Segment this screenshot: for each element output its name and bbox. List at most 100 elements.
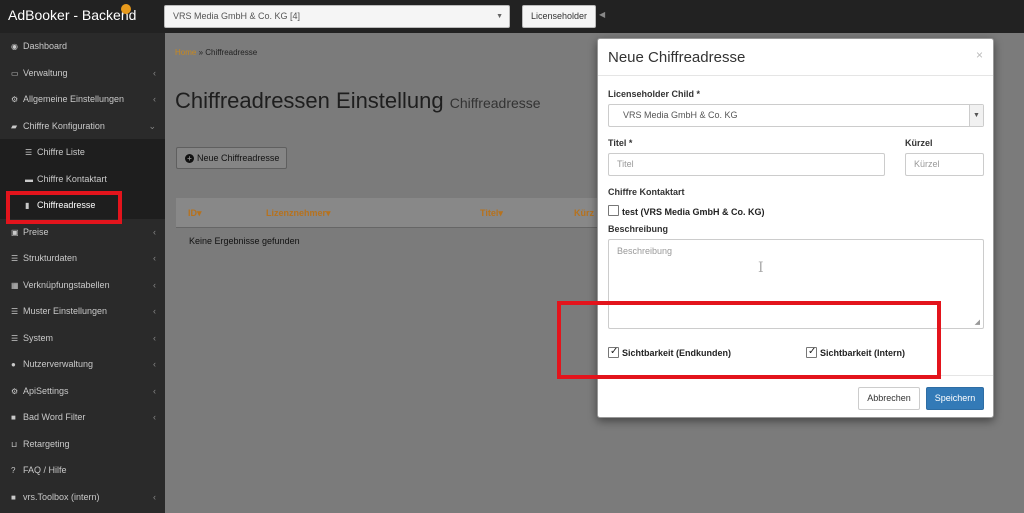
- new-chiffreadresse-button[interactable]: + Neue Chiffreadresse: [176, 147, 287, 169]
- lock-icon: ■: [11, 493, 16, 502]
- highlight-box-visibility: [557, 301, 941, 379]
- highlight-box-sidebar: [6, 191, 122, 224]
- chevron-left-icon: ‹: [153, 412, 156, 422]
- column-header-label: ID: [188, 208, 197, 218]
- sidebar-item-label: Verknüpfungstabellen: [23, 280, 110, 290]
- chevron-left-icon: ‹: [153, 253, 156, 263]
- sidebar-item-chiffre-konfiguration[interactable]: ▰ Chiffre Konfiguration ⌄: [0, 113, 165, 139]
- sidebar-item-muster-einstellungen[interactable]: ☰ Muster Einstellungen ‹: [0, 298, 165, 324]
- chevron-left-icon: ‹: [153, 227, 156, 237]
- chevron-left-icon: ‹: [153, 492, 156, 502]
- sidebar-item-label: System: [23, 333, 54, 343]
- list-icon: ☰: [11, 254, 19, 263]
- user-icon: ●: [11, 360, 16, 369]
- sidebar-item-system[interactable]: ☰ System ‹: [0, 325, 165, 351]
- brand-title[interactable]: AdBooker - Backend: [8, 7, 136, 23]
- kontaktart-test-checkbox[interactable]: [608, 205, 619, 216]
- close-icon[interactable]: ×: [976, 48, 983, 62]
- sidebar-item-label: ApiSettings: [23, 386, 69, 396]
- resize-handle-icon[interactable]: ◢: [975, 318, 980, 326]
- text-cursor-icon: I: [758, 260, 764, 276]
- dashboard-icon: ◉: [11, 42, 18, 51]
- chevron-down-icon: ⌄: [148, 121, 156, 131]
- sidebar-item-label: Preise: [23, 227, 49, 237]
- sidebar-item-faq-hilfe[interactable]: ? FAQ / Hilfe: [0, 457, 165, 483]
- beschreibung-placeholder: Beschreibung: [617, 246, 673, 256]
- breadcrumb-home-link[interactable]: Home: [175, 48, 196, 57]
- modal-title: Neue Chiffreadresse: [608, 49, 746, 66]
- licenseholder-child-select[interactable]: VRS Media GmbH & Co. KG ▼: [608, 104, 984, 127]
- sidebar-item-allgemeine-einstellungen[interactable]: ⚙ Allgemeine Einstellungen ‹: [0, 86, 165, 112]
- column-header-label: Titel: [480, 208, 499, 218]
- cogs-icon: ⚙: [11, 95, 19, 104]
- table-header: ID▾ Lizenznehmer▾ Titel▾ Kürz: [176, 198, 606, 228]
- tenant-select-value: VRS Media GmbH & Co. KG [4]: [173, 11, 301, 21]
- sidebar-item-verwaltung[interactable]: ▭ Verwaltung ‹: [0, 60, 165, 86]
- modal-footer: Abbrechen Speichern: [598, 375, 993, 419]
- tenant-select[interactable]: VRS Media GmbH & Co. KG [4] ▼: [164, 5, 510, 28]
- sidebar-item-label: Allgemeine Einstellungen: [23, 94, 125, 104]
- page-subtitle: Chiffreadresse: [449, 95, 541, 111]
- sort-caret-icon: ▾: [498, 208, 503, 218]
- breadcrumb: Home » Chiffreadresse: [175, 48, 257, 57]
- chevron-left-icon: ‹: [153, 359, 156, 369]
- kontaktart-test-label[interactable]: test (VRS Media GmbH & Co. KG): [622, 207, 765, 217]
- sidebar-item-label: Dashboard: [23, 41, 68, 51]
- notification-dot-icon: [121, 4, 131, 14]
- chevron-down-icon: ▼: [496, 13, 503, 20]
- titel-label: Titel *: [608, 138, 633, 148]
- sidebar-item-retargeting[interactable]: ⊔ Retargeting: [0, 431, 165, 457]
- new-chiffreadresse-label: Neue Chiffreadresse: [197, 153, 280, 163]
- sidebar-item-label: Retargeting: [23, 439, 70, 449]
- sidebar-item-label: FAQ / Hilfe: [23, 465, 67, 475]
- sidebar-item-label: Strukturdaten: [23, 253, 78, 263]
- sidebar-item-chiffre-kontaktart[interactable]: ▬ Chiffre Kontaktart: [0, 166, 165, 192]
- sidebar-item-label: Bad Word Filter: [23, 412, 86, 422]
- sort-caret-icon: ▾: [197, 208, 202, 218]
- titel-input[interactable]: Titel: [608, 153, 885, 176]
- kuerzel-input[interactable]: Kürzel: [905, 153, 984, 176]
- cogs-icon: ⚙: [11, 387, 19, 396]
- save-button[interactable]: Speichern: [926, 387, 984, 410]
- lock-icon: ■: [11, 413, 16, 422]
- beschreibung-label: Beschreibung: [608, 224, 669, 234]
- column-header-kuerzel[interactable]: Kürz: [574, 208, 594, 218]
- chevron-down-icon: ▼: [969, 105, 983, 126]
- column-header-lizenznehmer[interactable]: Lizenznehmer▾: [266, 208, 331, 219]
- licenseholder-button[interactable]: Licenseholder: [522, 5, 596, 28]
- licenseholder-child-label: Licenseholder Child *: [608, 89, 701, 99]
- column-header-titel[interactable]: Titel▾: [480, 208, 503, 219]
- chiffre-kontaktart-label: Chiffre Kontaktart: [608, 187, 685, 197]
- cart-icon: ⊔: [11, 440, 18, 449]
- sidebar-item-label: Verwaltung: [23, 68, 68, 78]
- list-icon: ☰: [25, 148, 33, 157]
- kuerzel-label: Kürzel: [905, 138, 933, 148]
- page-title-text: Chiffreadressen Einstellung: [175, 88, 444, 113]
- sidebar-item-label: Chiffre Liste: [37, 147, 85, 157]
- sidebar-item-apisettings[interactable]: ⚙ ApiSettings ‹: [0, 378, 165, 404]
- plus-circle-icon: +: [185, 154, 194, 163]
- sidebar-item-label: Chiffre Kontaktart: [37, 174, 107, 184]
- monitor-icon: ▭: [11, 69, 19, 78]
- sidebar-item-verknuepfungstabellen[interactable]: ▦ Verknüpfungstabellen ‹: [0, 272, 165, 298]
- list-icon: ☰: [11, 307, 19, 316]
- folder-icon: ▰: [11, 122, 18, 131]
- chevron-left-icon: ‹: [153, 68, 156, 78]
- chevron-left-icon: ‹: [153, 280, 156, 290]
- cancel-button[interactable]: Abbrechen: [858, 387, 920, 410]
- caret-left-icon[interactable]: ◀: [599, 10, 605, 19]
- column-header-id[interactable]: ID▾: [188, 208, 202, 219]
- sidebar-item-chiffre-liste[interactable]: ☰ Chiffre Liste: [0, 139, 165, 165]
- sidebar-item-vrs-toolbox[interactable]: ■ vrs.Toolbox (intern) ‹: [0, 484, 165, 510]
- sidebar-item-strukturdaten[interactable]: ☰ Strukturdaten ‹: [0, 245, 165, 271]
- sidebar-item-bad-word-filter[interactable]: ■ Bad Word Filter ‹: [0, 404, 165, 430]
- table-empty-message: Keine Ergebnisse gefunden: [189, 236, 300, 246]
- breadcrumb-current: Chiffreadresse: [205, 48, 258, 57]
- breadcrumb-separator: »: [198, 48, 204, 57]
- sidebar-item-label: Muster Einstellungen: [23, 306, 108, 316]
- page-title: Chiffreadressen Einstellung Chiffreadres…: [175, 88, 541, 114]
- sidebar-item-nutzerverwaltung[interactable]: ● Nutzerverwaltung ‹: [0, 351, 165, 377]
- inbox-icon: ▬: [25, 175, 33, 184]
- chevron-left-icon: ‹: [153, 386, 156, 396]
- sidebar-item-dashboard[interactable]: ◉ Dashboard: [0, 33, 165, 59]
